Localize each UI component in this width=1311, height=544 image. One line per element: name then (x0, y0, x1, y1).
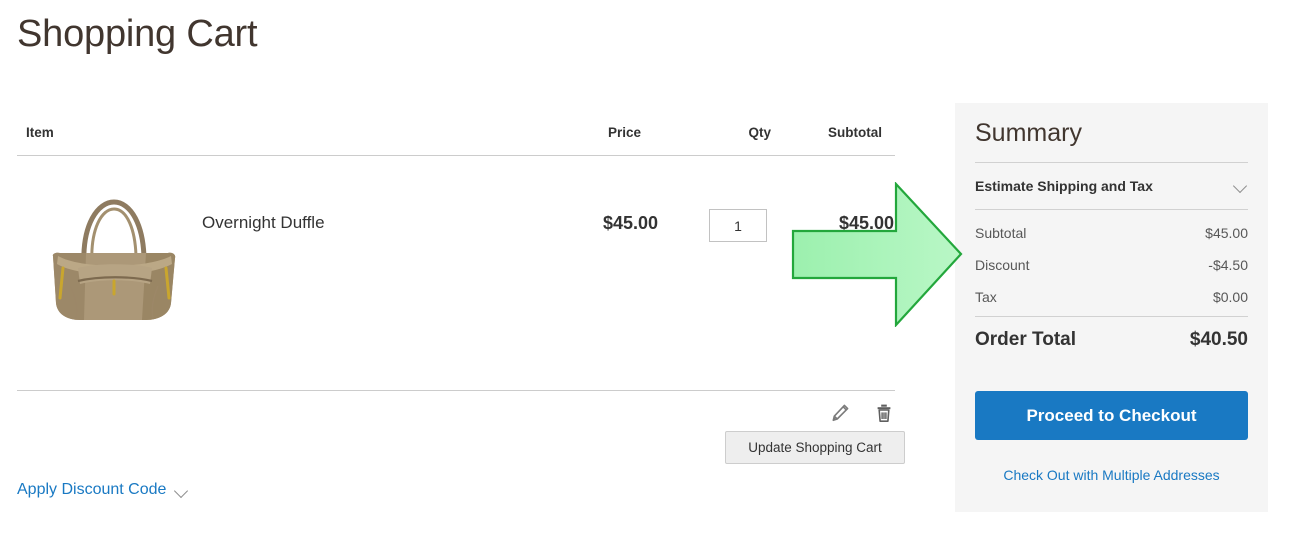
qty-input[interactable] (709, 209, 767, 242)
summary-row-tax: Tax $0.00 (975, 289, 1248, 311)
summary-divider (975, 209, 1248, 210)
summary-row-subtotal: Subtotal $45.00 (975, 225, 1248, 247)
page-title: Shopping Cart (17, 13, 258, 55)
product-name-link[interactable]: Overnight Duffle (202, 213, 325, 233)
summary-title: Summary (975, 119, 1082, 147)
table-row: Overnight Duffle $45.00 $45.00 (17, 156, 895, 422)
apply-discount-code-toggle[interactable]: Apply Discount Code (17, 481, 189, 499)
row-actions (829, 402, 895, 424)
trash-icon[interactable] (873, 402, 895, 424)
summary-value: $45.00 (1205, 225, 1248, 241)
order-total-label: Order Total (975, 329, 1076, 350)
cell-price: $45.00 (602, 213, 658, 233)
order-total-value: $40.50 (1189, 329, 1248, 350)
summary-divider (975, 162, 1248, 163)
update-shopping-cart-button[interactable]: Update Shopping Cart (725, 431, 905, 464)
product-image[interactable] (26, 168, 201, 343)
order-total-row: Order Total $40.50 (975, 329, 1248, 355)
cart-table: Item Price Qty Subtotal Overnight Duffle… (17, 125, 895, 422)
check-out-multiple-addresses-link[interactable]: Check Out with Multiple Addresses (975, 467, 1248, 483)
estimate-shipping-and-tax-toggle[interactable]: Estimate Shipping and Tax (975, 175, 1248, 201)
column-header-price: Price (607, 125, 641, 140)
column-header-item: Item (26, 125, 54, 140)
column-header-qty: Qty (748, 125, 771, 140)
pencil-icon[interactable] (829, 402, 851, 424)
summary-label: Discount (975, 257, 1030, 273)
summary-panel: Summary Estimate Shipping and Tax Subtot… (955, 103, 1268, 512)
cart-table-header-row: Item Price Qty Subtotal (17, 125, 895, 156)
chevron-down-icon (175, 486, 189, 495)
column-header-subtotal: Subtotal (828, 125, 882, 140)
estimate-shipping-label: Estimate Shipping and Tax (975, 178, 1153, 194)
summary-value: $0.00 (1212, 289, 1248, 305)
summary-label: Tax (975, 289, 997, 305)
summary-divider (975, 316, 1248, 317)
cell-subtotal: $45.00 (838, 213, 894, 233)
chevron-down-icon (1234, 181, 1248, 190)
summary-value: -$4.50 (1208, 257, 1248, 273)
summary-row-discount: Discount -$4.50 (975, 257, 1248, 279)
summary-label: Subtotal (975, 225, 1027, 241)
proceed-to-checkout-button[interactable]: Proceed to Checkout (975, 391, 1248, 440)
apply-discount-code-label: Apply Discount Code (17, 481, 167, 498)
